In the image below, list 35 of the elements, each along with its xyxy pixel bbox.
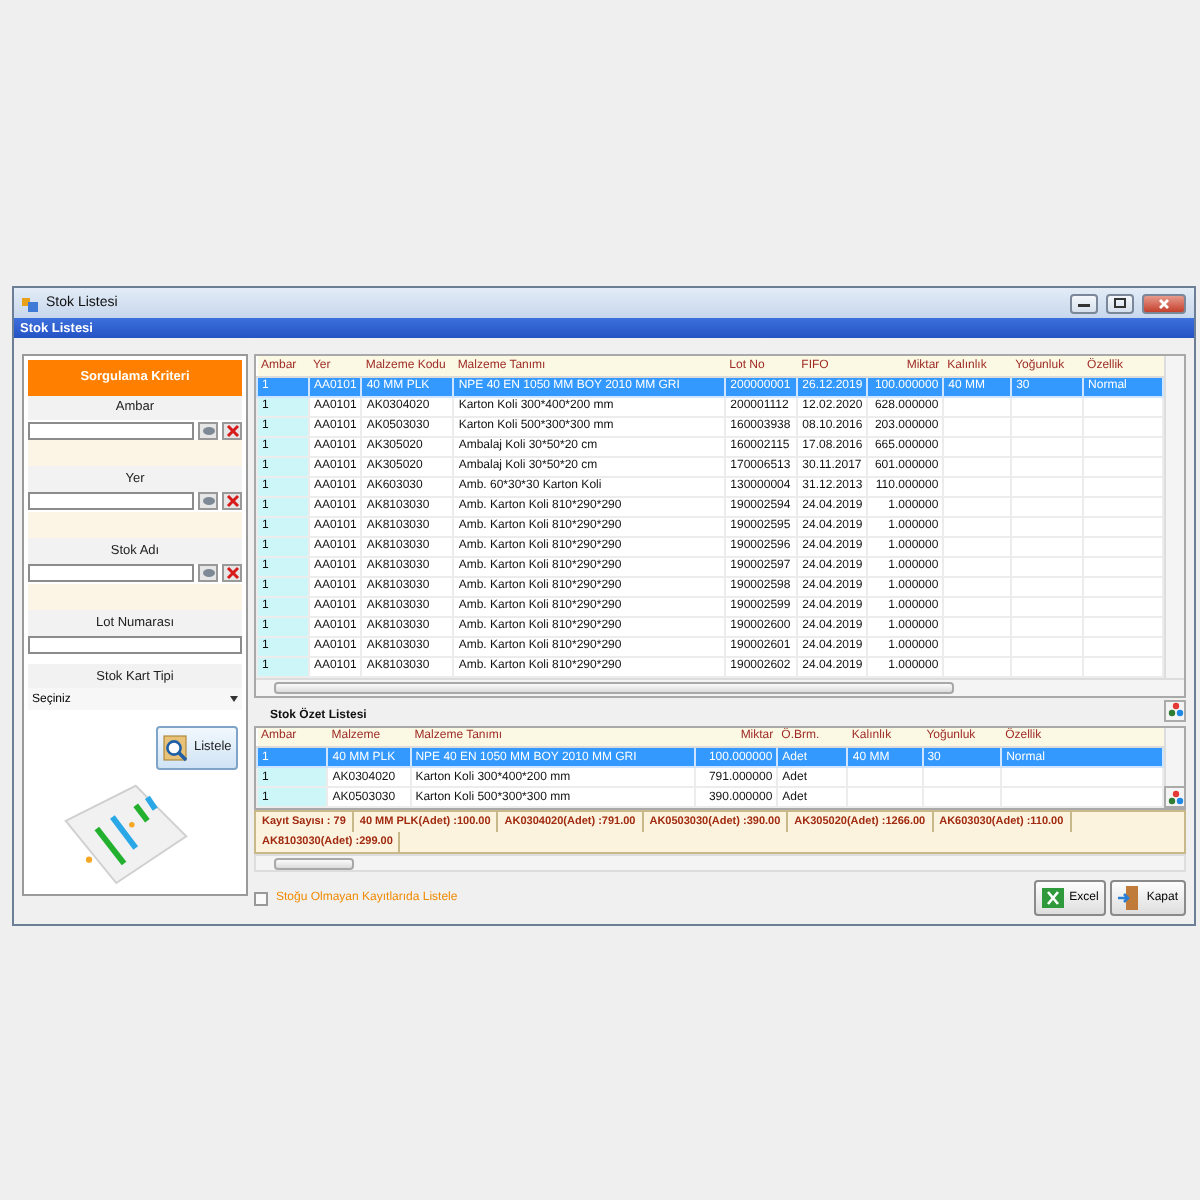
search-icon	[162, 731, 190, 764]
checkbox[interactable]	[254, 891, 268, 905]
app-icon	[22, 295, 38, 311]
spreadsheet-icon	[1041, 888, 1064, 908]
color-dots-icon	[1167, 702, 1183, 718]
minimize-button[interactable]	[1070, 293, 1098, 313]
maximize-button[interactable]	[1106, 293, 1134, 313]
close-button[interactable]	[1142, 293, 1186, 313]
color-dots-icon	[1167, 789, 1183, 805]
input-field[interactable]	[28, 564, 194, 583]
x-icon	[225, 566, 239, 581]
options-button[interactable]	[1164, 786, 1186, 808]
lookup-icon	[201, 568, 215, 579]
lookup-icon	[201, 496, 215, 507]
input-field[interactable]	[28, 421, 194, 439]
clear-button[interactable]	[222, 421, 242, 439]
options-button[interactable]	[1164, 699, 1186, 721]
lookup-button[interactable]	[198, 421, 218, 439]
door-icon	[1118, 886, 1141, 910]
close-icon	[1158, 297, 1170, 309]
maximize-icon	[1114, 298, 1126, 308]
caret-icon	[230, 696, 238, 703]
x-icon	[225, 423, 239, 437]
scrollbar[interactable]	[1164, 356, 1184, 677]
x-icon	[225, 494, 239, 509]
clear-button[interactable]	[222, 564, 242, 583]
minimize-icon	[1078, 299, 1090, 307]
lookup-button[interactable]	[198, 492, 218, 511]
lookup-icon	[201, 425, 215, 435]
lookup-button[interactable]	[198, 564, 218, 583]
input-field[interactable]	[28, 636, 242, 655]
input-field[interactable]	[28, 492, 194, 511]
clear-button[interactable]	[222, 492, 242, 511]
scrollbar[interactable]	[1164, 727, 1184, 786]
scrollbar[interactable]	[254, 854, 1186, 872]
